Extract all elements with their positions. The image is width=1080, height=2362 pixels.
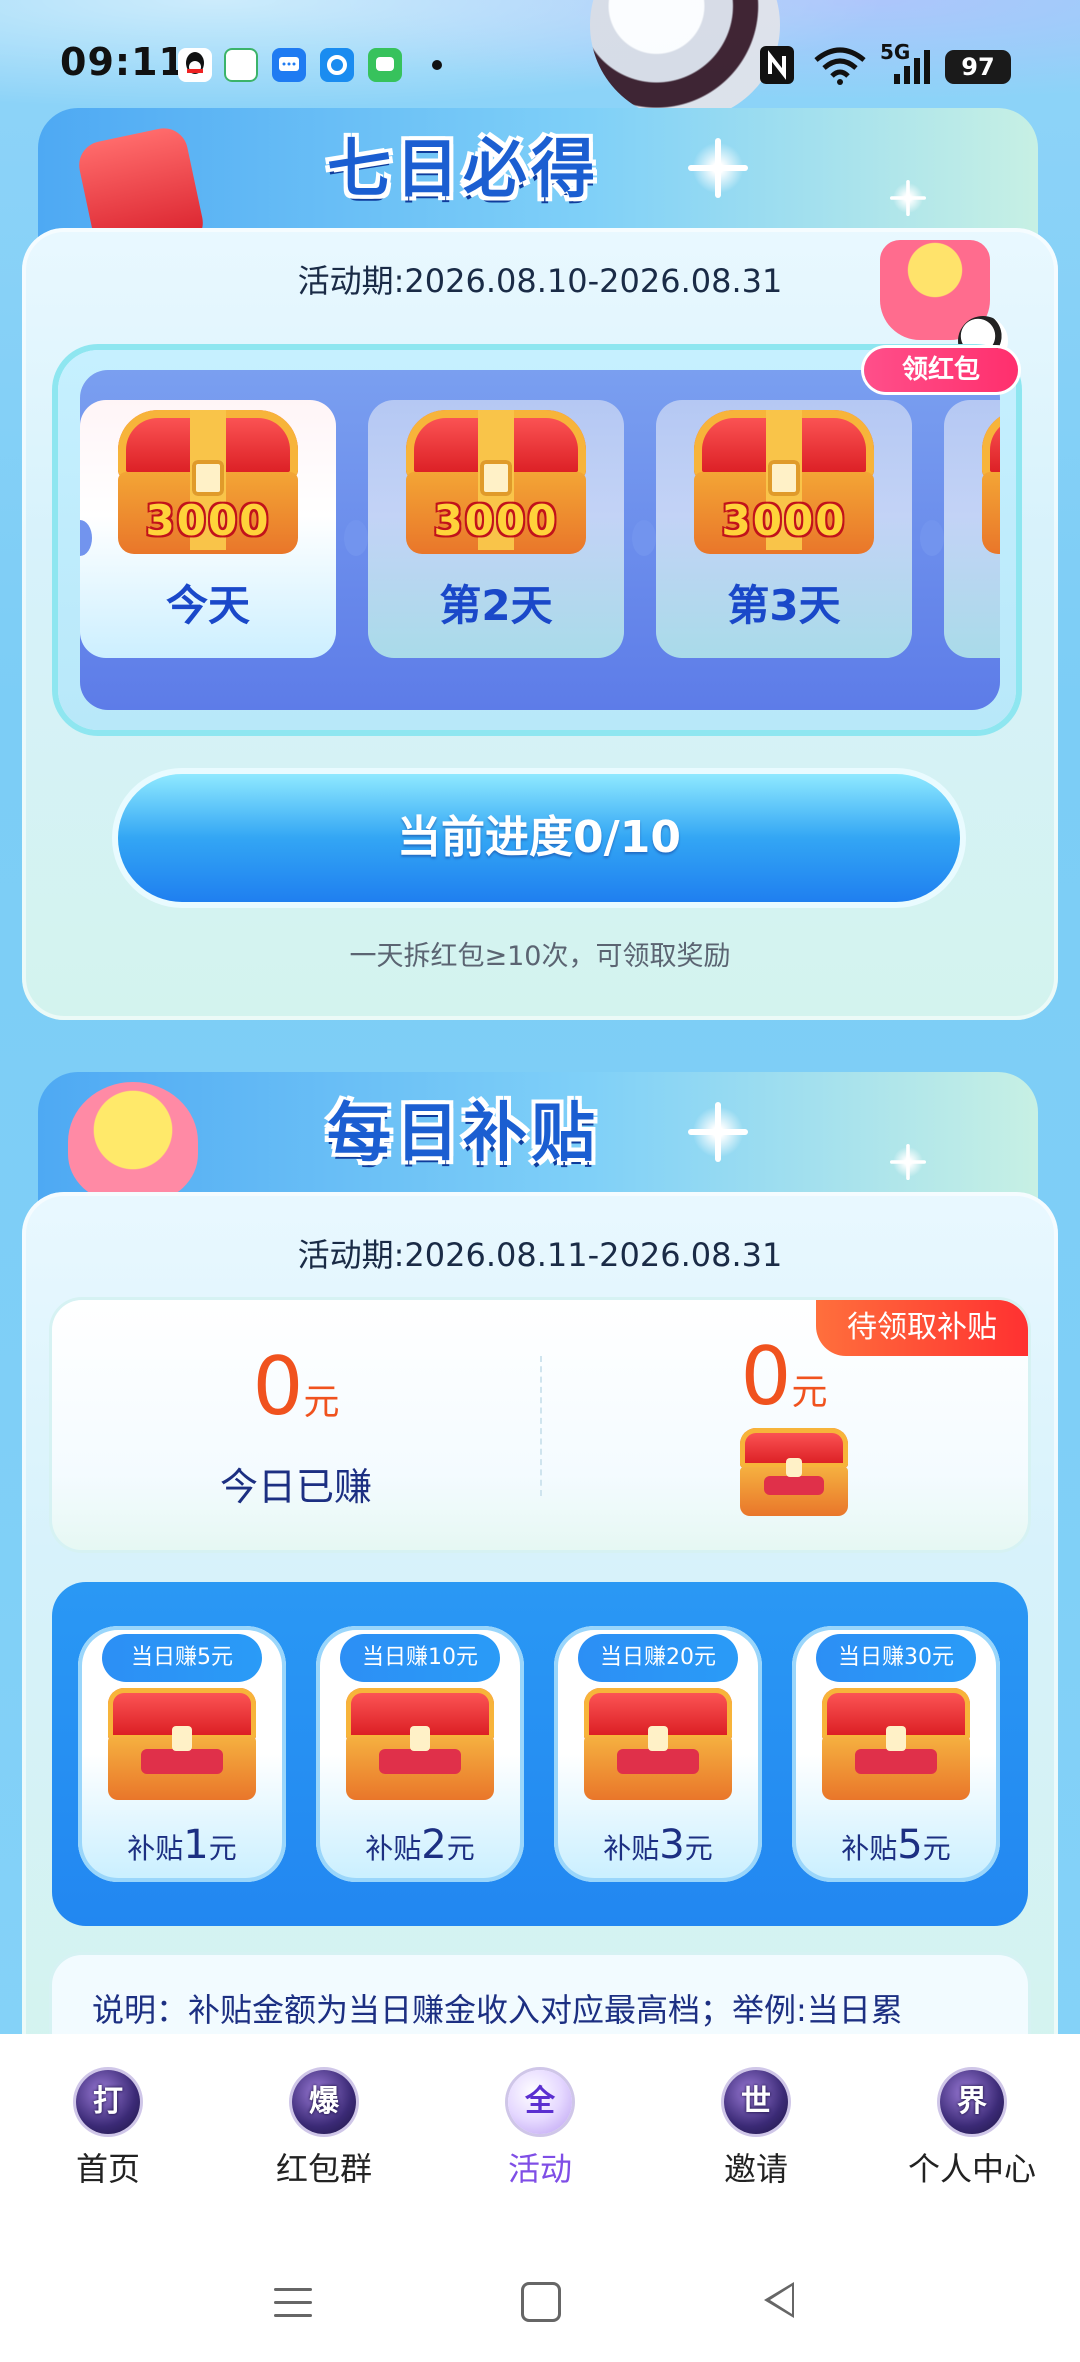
tier-threshold: 当日赚30元 <box>816 1634 976 1682</box>
nav-invite[interactable]: 世 邀请 <box>648 2034 864 2230</box>
treasure-chest-icon: 3000 <box>108 410 308 560</box>
claim-red-packet-badge[interactable]: 领红包 <box>864 348 1018 392</box>
treasure-chest-icon <box>584 1688 732 1800</box>
back-button[interactable] <box>764 2282 794 2318</box>
pinwheel-app-icon <box>320 48 354 82</box>
daily-subsidy-header: 每日补贴 <box>38 1072 1038 1202</box>
earned-today-value: 0元 <box>252 1340 340 1433</box>
system-navigation-bar <box>0 2230 1080 2362</box>
nav-label: 活动 <box>507 2150 572 2188</box>
tier-threshold: 当日赚10元 <box>340 1634 500 1682</box>
activity-icon: 全 <box>508 2070 572 2134</box>
seven-day-hint: 一天拆红包≥10次，可领取奖励 <box>349 941 731 972</box>
day-label: 第2天 <box>439 581 553 630</box>
ticket-notch <box>920 520 944 556</box>
dot-icon <box>432 60 442 70</box>
progress-button[interactable]: 当前进度0/10 <box>118 774 960 902</box>
nfc-icon <box>760 46 794 84</box>
nav-home[interactable]: 打 首页 <box>0 2034 216 2230</box>
nav-profile[interactable]: 界 个人中心 <box>864 2034 1080 2230</box>
sparkle-icon <box>688 1102 748 1162</box>
subsidy-note-text: 说明：补贴金额为当日赚金收入对应最高档；举例:当日累 <box>92 1991 903 2029</box>
nav-red-packet-group[interactable]: 爆 红包群 <box>216 2034 432 2230</box>
treasure-chest-icon <box>972 410 1000 560</box>
subsidy-tier-card: 当日赚20元 补贴3元 <box>554 1626 762 1882</box>
home-button[interactable] <box>521 2282 561 2322</box>
battery-indicator: 97 <box>945 50 1011 84</box>
tier-threshold: 当日赚5元 <box>102 1634 262 1682</box>
subsidy-tier-card: 当日赚5元 补贴1元 <box>78 1626 286 1882</box>
seven-day-header: 七日必得 <box>38 108 1038 238</box>
wifi-icon <box>812 46 868 90</box>
seven-day-title: 七日必得 <box>327 133 599 207</box>
signal-icon <box>882 50 932 90</box>
chat-icon <box>368 48 402 82</box>
day-card-4-partial[interactable] <box>944 400 1000 658</box>
profile-icon: 界 <box>940 2070 1004 2134</box>
treasure-chest-icon: 3000 <box>396 410 596 560</box>
mobile-carrier-icon <box>224 48 258 82</box>
recent-apps-button[interactable] <box>274 2288 312 2327</box>
star-mascot-icon <box>68 1082 198 1202</box>
treasure-chest-icon <box>346 1688 494 1800</box>
nav-label: 红包群 <box>275 2150 372 2188</box>
nav-activity[interactable]: 全 活动 <box>432 2034 648 2230</box>
subsidy-tiers: 当日赚5元 补贴1元 当日赚10元 补贴2元 当日赚20元 补贴3元 当日赚30… <box>52 1582 1028 1926</box>
daily-subsidy-title: 每日补贴 <box>327 1097 599 1171</box>
day-card-today[interactable]: 3000 今天 <box>80 400 336 658</box>
qq-icon <box>178 48 212 82</box>
day-label: 今天 <box>165 581 250 630</box>
tier-reward: 补贴1元 <box>127 1822 237 1868</box>
nav-label: 邀请 <box>723 2150 788 2188</box>
treasure-chest-icon: 3000 <box>684 410 884 560</box>
day-card-3[interactable]: 3000 第3天 <box>656 400 912 658</box>
treasure-chest-icon <box>822 1688 970 1800</box>
chest-amount: 3000 <box>433 496 559 545</box>
message-icon <box>272 48 306 82</box>
nav-label: 首页 <box>75 2150 140 2188</box>
subsidy-tier-card: 当日赚10元 补贴2元 <box>316 1626 524 1882</box>
treasure-chest-icon <box>108 1688 256 1800</box>
earned-today-label: 今日已赚 <box>219 1465 372 1509</box>
day-label: 第3天 <box>727 581 841 630</box>
daily-subsidy-period: 活动期:2026.08.11-2026.08.31 <box>297 1236 783 1274</box>
invite-icon: 世 <box>724 2070 788 2134</box>
nav-label: 个人中心 <box>907 2150 1036 2188</box>
sparkle-icon <box>890 1144 926 1180</box>
chest-amount: 3000 <box>145 496 271 545</box>
day-card-2[interactable]: 3000 第2天 <box>368 400 624 658</box>
ticket-notch <box>632 520 656 556</box>
tier-threshold: 当日赚20元 <box>578 1634 738 1682</box>
daily-chest-carousel[interactable]: 3000 今天 3000 第2天 3000 第3天 <box>80 370 1000 710</box>
tier-reward: 补贴5元 <box>841 1822 951 1868</box>
chest-amount: 3000 <box>721 496 847 545</box>
red-packet-group-icon: 爆 <box>292 2070 356 2134</box>
sparkle-icon <box>688 138 748 198</box>
ticket-notch <box>344 520 368 556</box>
pending-chest-icon[interactable] <box>740 1428 848 1516</box>
home-icon: 打 <box>76 2070 140 2134</box>
tier-reward: 补贴2元 <box>365 1822 475 1868</box>
bottom-nav: 打 首页 爆 红包群 全 活动 世 邀请 界 个人中心 <box>0 2034 1080 2230</box>
pending-subsidy-value: 0元 <box>740 1330 828 1423</box>
red-envelope-icon <box>74 123 208 238</box>
subsidy-tier-card: 当日赚30元 补贴5元 <box>792 1626 1000 1882</box>
status-time: 09:11 <box>60 40 186 84</box>
sparkle-icon <box>890 180 926 216</box>
tier-reward: 补贴3元 <box>603 1822 713 1868</box>
